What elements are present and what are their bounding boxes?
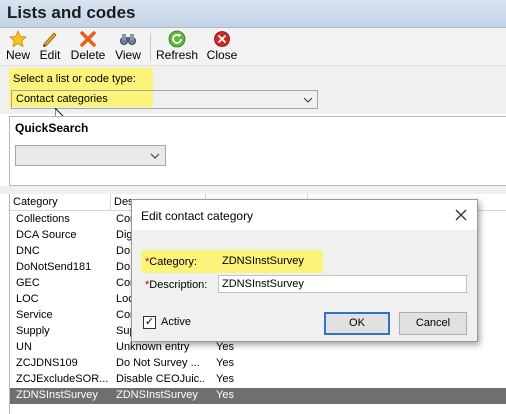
dialog-title: Edit contact category: [141, 209, 254, 223]
category-cell: GEC: [16, 277, 40, 289]
close-circle-icon: [214, 31, 230, 47]
quicksearch-title: QuickSearch: [15, 121, 89, 135]
table-row[interactable]: UN Unknown entry Yes: [10, 340, 506, 356]
category-cell: ZDNSInstSurvey: [16, 389, 98, 401]
edit-contact-category-dialog: Edit contact category *Category: ZDNSIns…: [131, 199, 478, 342]
chevron-down-icon: [150, 153, 160, 159]
category-cell: ZCJDNS109: [16, 357, 78, 369]
refresh-button[interactable]: Refresh: [156, 30, 198, 64]
active-checkbox[interactable]: ✓: [143, 316, 156, 329]
category-cell: DNC: [16, 245, 40, 257]
category-cell: DoNotSend181: [16, 261, 92, 273]
window-title: Lists and codes: [7, 3, 136, 22]
description-cell: Unknown entry: [116, 341, 190, 353]
category-field[interactable]: ZDNSInstSurvey: [218, 252, 316, 270]
dialog-header: Edit contact category: [132, 200, 477, 230]
category-cell: LOC: [16, 293, 39, 305]
description-label-text: Description:: [149, 279, 208, 291]
toolbar: New Edit Delete View Refresh Close: [0, 28, 506, 66]
quicksearch-select[interactable]: [15, 145, 166, 166]
toolbar-divider: [150, 33, 151, 61]
pencil-icon: [42, 32, 57, 48]
refresh-icon: [168, 30, 186, 48]
category-cell: Service: [16, 309, 53, 321]
delete-label: Delete: [70, 48, 106, 62]
binoculars-icon: [120, 34, 136, 45]
title-bar: Lists and codes: [0, 0, 506, 28]
table-row[interactable]: ZCJExcludeSOR... Disable CEOJuic... Yes: [10, 372, 506, 388]
category-cell: ZCJExcludeSOR...: [16, 373, 109, 385]
description-cell: ZDNSInstSurvey: [116, 389, 198, 401]
list-type-value: Contact categories: [16, 93, 108, 105]
view-label: View: [115, 48, 141, 62]
table-row-selected[interactable]: ZDNSInstSurvey ZDNSInstSurvey Yes: [10, 388, 506, 404]
category-cell: DCA Source: [16, 229, 77, 241]
category-label: *Category:: [145, 256, 197, 268]
refresh-label: Refresh: [156, 48, 199, 62]
delete-button[interactable]: Delete: [70, 30, 106, 64]
column-header-category[interactable]: Category: [10, 194, 111, 211]
description-cell: Disable CEOJuic...: [116, 373, 204, 385]
ok-button[interactable]: OK: [324, 312, 390, 335]
list-type-label: Select a list or code type:: [13, 73, 136, 85]
edit-label: Edit: [39, 48, 61, 62]
table-row[interactable]: ZCJDNS109 Do Not Survey ... Yes: [10, 356, 506, 372]
description-label: *Description:: [145, 279, 207, 291]
active-cell: Yes: [216, 341, 234, 353]
edit-button[interactable]: Edit: [38, 30, 62, 64]
view-button[interactable]: View: [113, 30, 143, 64]
panel-gap: [0, 186, 506, 194]
close-button[interactable]: Close: [205, 30, 239, 64]
new-button[interactable]: New: [6, 30, 30, 64]
active-label: Active: [161, 316, 191, 328]
category-label-text: Category:: [149, 256, 197, 268]
active-cell: Yes: [216, 357, 234, 369]
star-icon: [9, 30, 27, 48]
category-cell: UN: [16, 341, 32, 353]
chevron-down-icon: [303, 97, 313, 103]
close-icon[interactable]: [455, 209, 467, 221]
description-field[interactable]: ZDNSInstSurvey: [218, 275, 467, 293]
active-cell: Yes: [216, 373, 234, 385]
category-cell: Collections: [16, 213, 70, 225]
active-cell: Yes: [216, 389, 234, 401]
cancel-button[interactable]: Cancel: [399, 312, 467, 335]
close-label: Close: [206, 48, 238, 62]
description-cell: Do Not Survey ...: [116, 357, 200, 369]
list-type-select[interactable]: Contact categories: [11, 90, 318, 109]
new-label: New: [6, 48, 31, 62]
delete-x-icon: [80, 31, 96, 47]
category-cell: Supply: [16, 325, 50, 337]
